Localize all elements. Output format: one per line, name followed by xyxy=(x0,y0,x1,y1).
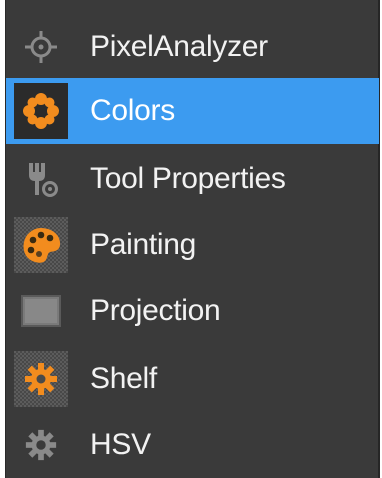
palette-icon xyxy=(14,217,68,273)
shelf-gear-icon xyxy=(14,351,68,407)
hsv-gear-icon xyxy=(14,417,68,473)
menu-item-pixelanalyzer[interactable]: PixelAnalyzer xyxy=(6,14,379,80)
menu-item-label: Painting xyxy=(90,228,197,261)
menu-item-painting[interactable]: Painting xyxy=(6,212,379,278)
menu-item-label: Tool Properties xyxy=(90,162,286,195)
menu-item-colors[interactable]: Colors xyxy=(6,78,379,144)
menu-item-label: PixelAnalyzer xyxy=(90,30,268,63)
menu-item-projection[interactable]: Projection xyxy=(6,278,379,344)
menu-panel: PixelAnalyzer Colors Tool Properties Pai… xyxy=(5,0,380,478)
menu-item-shelf[interactable]: Shelf xyxy=(6,346,379,412)
menu-item-label: Colors xyxy=(90,94,175,127)
tool-properties-icon xyxy=(14,151,68,207)
menu-item-label: HSV xyxy=(90,428,151,461)
menu-item-tool-properties[interactable]: Tool Properties xyxy=(6,146,379,212)
color-burst-icon xyxy=(14,83,68,139)
crosshair-icon xyxy=(14,19,68,75)
menu-item-label: Projection xyxy=(90,294,221,327)
projection-icon xyxy=(14,283,68,339)
menu-item-hsv[interactable]: HSV xyxy=(6,412,379,478)
menu-item-label: Shelf xyxy=(90,362,157,395)
